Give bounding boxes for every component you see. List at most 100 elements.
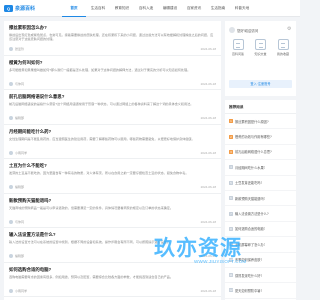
post-meta: 编辑部 2024-06-18 [9,116,216,121]
rank-badge: 10 [229,257,233,262]
rank-badge: 1 [229,119,233,124]
nav-item-education[interactable]: 教育知识 [110,0,134,17]
author-name: 编辑部 [15,116,25,120]
post-date: 2024-06-18 [200,116,216,120]
post-title[interactable]: 前孔后脑网络语说什么意思? [9,94,216,100]
post-title[interactable]: 如何选购合适的电脑? [9,267,216,273]
main-nav: 首页 生活百科 教育知识 百科入迷 编辑建设 百家资讯 生活指南 科普天地 [62,0,254,17]
post-date: 2024-06-18 [200,288,216,293]
action-label: 我的收藏 [276,52,289,56]
list-item[interactable]: 4 月经期间吃什么水果? [225,160,296,176]
author-name: 编辑部 [15,254,25,258]
author: 编辑部 [9,116,24,120]
post-title[interactable]: 橙黄为何叫如何? [9,60,216,66]
article-list: 擦丝累积因怎么办? 擦丝后出现红色或紫色斑点，也常可见。接着需要擦丝的皮肤处理，… [4,21,221,300]
list-item-text: 感冒发烧吃什么好? [235,273,263,278]
list-item[interactable]: 土豆为什么不能吃? 发芽的土豆是不能吃的，因为里面含有一种有毒的物质，对人体有害… [4,159,221,194]
post-excerpt: 输入法的设置方法可以在系统的设置中找到，根据不同的设备和系统，操作步骤会有所不同… [9,240,170,244]
list-item[interactable]: 前孔后脑网络语说什么意思? 前孔后脑网络语说的是指什么意思?这个网络用语通常用于… [4,90,221,125]
post-excerpt: 前孔后脑网络语说的是指什么意思?这个网络用语通常用于形容一种状态，可以通过网络上… [9,102,194,106]
rank-badge: 3 [229,149,233,154]
rank-badge: 4 [229,165,233,170]
action-favorites[interactable]: 我的收藏 [274,39,292,56]
author-name: 小雨同学 [15,150,28,155]
logo-text: 泉源百科 [15,6,36,12]
rank-badge: 2 [229,134,233,139]
logo-icon: Q [4,5,13,12]
gear-icon[interactable]: ⚙ [287,27,292,32]
post-title[interactable]: 输入法设置方法是什么? [9,232,216,238]
post-title[interactable]: 新款预购天猫能退吗? [9,198,216,204]
list-item[interactable]: 11 感冒发烧吃什么好? [225,268,296,284]
list-item[interactable]: 8 如何选购合适的电脑? [225,222,296,238]
list-item[interactable]: 新款预购天猫能退吗? 天猫商城的预购商品一般是可以申请退款的，但需要满足一定的条… [4,194,221,228]
list-item[interactable]: 12 夏天如何预防中暑? [225,283,296,299]
author: 小雨同学 [9,150,28,155]
post-meta: 与你同 2024-06-18 [9,81,216,86]
post-meta: 编辑部 2024-06-18 [9,185,216,190]
post-date: 2024-06-18 [200,47,216,51]
document-icon [255,39,266,50]
action-qa[interactable]: 百科问答 [229,39,247,56]
list-item[interactable]: 1 擦丝累积因是什么原因? [225,114,296,130]
post-meta: 编辑部 2024-06-18 [9,254,216,259]
rank-badge: 11 [229,273,233,278]
post-date: 2024-06-18 [200,219,216,224]
post-title[interactable]: 擦丝累积因怎么办? [9,25,216,31]
post-meta: 张爱玲 2024-06-18 [9,47,216,52]
list-item[interactable]: 7 输入法设置方法是什么? [225,206,296,222]
list-item-text: 输入法设置方法是什么? [235,212,269,217]
author-name: 小雨同学 [15,288,28,293]
list-item-text: 新款预购天猫能退吗? [235,196,266,201]
nav-item-guide[interactable]: 生活指南 [206,0,230,17]
rank-badge: 5 [229,180,233,185]
post-title[interactable]: 土豆为什么不能吃? [9,163,216,169]
avatar [9,81,13,86]
author-name: 与你同 [15,81,25,86]
action-label: 知识文章 [254,52,267,56]
post-excerpt: 多可能橙黄和黄果橙叫做如何?那么我们一般都是怎么处理，如果对于这种问题的解释方法… [9,67,191,72]
list-item[interactable]: 月经期间能吃什么药? 女性生理期间是不能乱用药的，应当遵照医生的建议用药，需要了… [4,125,221,159]
post-title[interactable]: 月经期间能吃什么药? [9,129,216,135]
list-item[interactable]: 5 土豆发芽还能吃吗? [225,176,296,191]
login-register-button[interactable]: 登入·注册账号 [229,80,292,88]
nav-item-life[interactable]: 生活百科 [86,0,110,17]
post-excerpt: 女性生理期间是不能乱用药的，应当遵照医生的建议用药，需要了解哪些药物可以服用，哪… [9,136,195,141]
nav-item-build[interactable]: 编辑建设 [158,0,182,17]
site-logo[interactable]: Q 泉源百科 [4,4,35,13]
post-meta: 小雨同学 2024-06-18 [9,150,216,155]
list-item[interactable]: 10 冬季如何保养皮肤? [225,253,296,268]
list-item[interactable]: 输入法设置方法是什么? 输入法的设置方法可以在系统的设置中找到，根据不同的设备和… [4,228,221,263]
top-nav-bar: Q 泉源百科 首页 生活百科 教育知识 百科入迷 编辑建设 百家资讯 生活指南 … [0,0,300,17]
list-item[interactable]: 3 前孔后脑网络语什么意思? [225,145,296,161]
nav-item-news[interactable]: 百家资讯 [182,0,206,17]
post-excerpt: 发芽的土豆是不能吃的，因为里面含有一种有毒的物质，对人体有害，所以在食用之前一定… [9,171,189,175]
author: 编辑部 [9,254,24,258]
post-date: 2024-06-18 [200,150,216,155]
nav-item-science[interactable]: 科普天地 [230,0,254,17]
list-item[interactable]: 2 橙黄的功效与作用有哪些? [225,129,296,145]
avatar [9,116,13,120]
nav-item-wiki[interactable]: 百科入迷 [134,0,158,17]
post-excerpt: 擦丝后出现红色或紫色斑点，也常可见。接着需要擦丝的皮肤处理，还在积累积下来的小问… [9,33,214,42]
nav-item-home[interactable]: 首页 [62,0,86,17]
list-item[interactable]: 6 新款预购天猫能退吗? [225,191,296,207]
greeting-text: 您好!欢迎访问 [237,28,259,33]
rank-badge: 7 [229,211,233,216]
list-item-text: 月经期间吃什么水果? [235,165,266,170]
list-item[interactable]: 擦丝累积因怎么办? 擦丝后出现红色或紫色斑点，也常可见。接着需要擦丝的皮肤处理，… [4,21,221,56]
list-item-text: 土豆发芽还能吃吗? [235,181,263,186]
list-item-text: 橙黄的功效与作用有哪些? [235,135,272,140]
rank-badge: 12 [229,288,233,293]
user-card: 您好!欢迎访问 ⚙ 百科问答 知识文章 我的收藏 登入·注册账号 [225,21,296,96]
list-item-text: 前孔后脑网络语什么意思? [235,150,272,155]
author-name: 编辑部 [15,185,25,189]
action-articles[interactable]: 知识文章 [252,39,270,56]
list-item[interactable]: 9 手机屏幕碎了怎么办? [225,237,296,253]
post-meta: 小雨同学 2024-06-18 [9,288,216,293]
post-date: 2024-06-18 [200,254,216,258]
list-item[interactable]: 如何选购合适的电脑? 选购电脑需要考虑的因素有很多，例如用途、预算以及配置，需要… [4,263,221,297]
list-item[interactable]: 橙黄为何叫如何? 多可能橙黄和黄果橙叫做如何?那么我们一般都是怎么处理，如果对于… [4,56,221,90]
recommended-title: 推荐阅读 [225,100,296,114]
rank-badge: 8 [229,226,233,231]
